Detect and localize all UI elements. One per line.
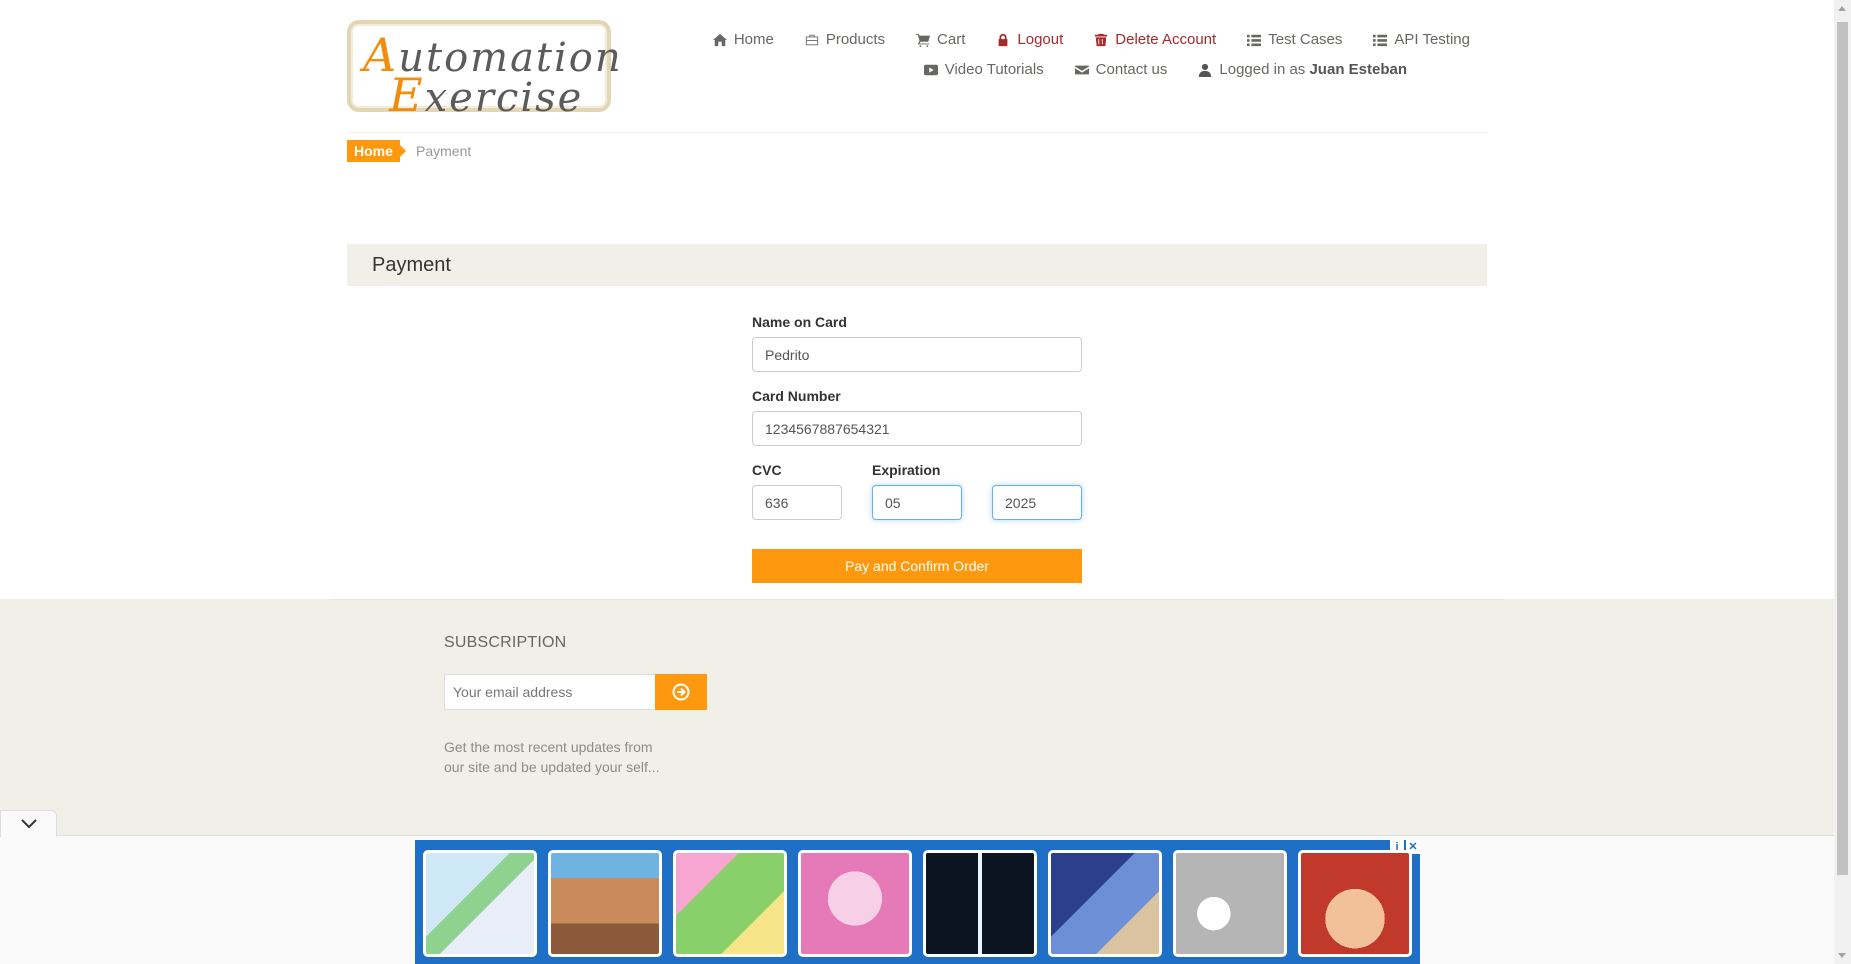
nav-api-testing-label: API Testing [1394, 31, 1470, 48]
nav-delete-account[interactable]: Delete Account [1094, 31, 1216, 48]
page-scrollbar[interactable] [1834, 0, 1851, 964]
name-on-card-label: Name on Card [752, 314, 847, 330]
subscription-description: Get the most recent updates from our sit… [444, 739, 660, 775]
header-divider [347, 132, 1487, 133]
expiration-month-input[interactable] [872, 485, 962, 520]
ad-collapse-toggle[interactable] [0, 810, 57, 837]
cvc-input[interactable] [752, 485, 842, 520]
logged-in-username: Juan Esteban [1309, 61, 1407, 78]
nav-logout-label: Logout [1017, 31, 1064, 48]
list-icon [1373, 34, 1388, 46]
footer-divider [330, 599, 1504, 600]
logo-letter-e: E [389, 68, 425, 122]
ad-game-tile[interactable] [1173, 850, 1287, 957]
nav-contact-us[interactable]: Contact us [1074, 61, 1168, 78]
ad-game-tile[interactable] [798, 850, 912, 957]
user-icon [1199, 63, 1212, 77]
payment-heading-bar: Payment [347, 244, 1487, 286]
card-number-label: Card Number [752, 388, 841, 404]
scroll-thumb[interactable] [1837, 22, 1848, 875]
ad-game-tile[interactable] [548, 850, 662, 957]
arrow-circle-right-icon [672, 683, 690, 701]
nav-home-label: Home [733, 31, 774, 48]
cvc-label: CVC [752, 462, 782, 478]
main-nav-row-1: Home Products Cart Logout Delete Account… [682, 31, 1470, 48]
scroll-down-arrow[interactable] [1838, 953, 1846, 958]
chevron-down-icon [20, 819, 37, 829]
trash-icon [1095, 33, 1108, 46]
envelope-icon [1074, 65, 1089, 74]
nav-logout[interactable]: Logout [996, 31, 1063, 48]
home-icon [712, 33, 727, 46]
site-logo[interactable]: Automation Exercise [347, 20, 621, 122]
page-title: Payment [372, 254, 451, 276]
logged-in-text: Logged in as Juan Esteban [1219, 61, 1407, 78]
logged-in-status: Logged in as Juan Esteban [1198, 61, 1407, 78]
expiration-year-input[interactable] [992, 485, 1082, 520]
nav-products-label: Products [825, 31, 886, 48]
breadcrumb-current: Payment [416, 143, 472, 159]
card-number-input[interactable] [752, 411, 1082, 446]
breadcrumb-home[interactable]: Home [347, 140, 406, 162]
ad-game-tile[interactable] [673, 850, 787, 957]
main-nav-row-2: Video Tutorials Contact us Logged in as … [893, 61, 1407, 78]
nav-products[interactable]: Products [805, 31, 885, 48]
nav-test-cases[interactable]: Test Cases [1247, 31, 1342, 48]
nav-video-tutorials[interactable]: Video Tutorials [923, 61, 1044, 78]
subscription-title: SUBSCRIPTION [444, 634, 567, 651]
cart-icon [916, 33, 931, 47]
nav-test-cases-label: Test Cases [1268, 31, 1343, 48]
name-on-card-input[interactable] [752, 337, 1082, 372]
list-icon [1247, 34, 1262, 46]
expiration-label: Expiration [872, 462, 941, 478]
scroll-up-arrow[interactable] [1838, 6, 1846, 11]
nav-cart[interactable]: Cart [916, 31, 965, 48]
ad-game-tile[interactable] [923, 850, 1037, 957]
briefcase-icon [805, 34, 818, 45]
subscription-email-input[interactable] [444, 674, 656, 710]
nav-home[interactable]: Home [712, 31, 774, 48]
nav-video-tutorials-label: Video Tutorials [944, 61, 1044, 78]
lock-icon [999, 33, 1008, 46]
ad-game-tile[interactable] [423, 850, 537, 957]
nav-delete-account-label: Delete Account [1115, 31, 1217, 48]
subscribe-button[interactable] [655, 674, 707, 710]
pay-and-confirm-button[interactable]: Pay and Confirm Order [752, 549, 1082, 583]
ad-game-tile[interactable] [1298, 850, 1412, 957]
nav-contact-us-label: Contact us [1095, 61, 1168, 78]
logged-in-prefix: Logged in as [1219, 61, 1306, 78]
youtube-play-icon [923, 64, 938, 75]
logo-word-exercise: xercise [424, 75, 584, 121]
ad-banner[interactable]: i ✕ [415, 840, 1420, 964]
ad-game-tile[interactable] [1048, 850, 1162, 957]
nav-cart-label: Cart [937, 31, 966, 48]
nav-api-testing[interactable]: API Testing [1373, 31, 1470, 48]
